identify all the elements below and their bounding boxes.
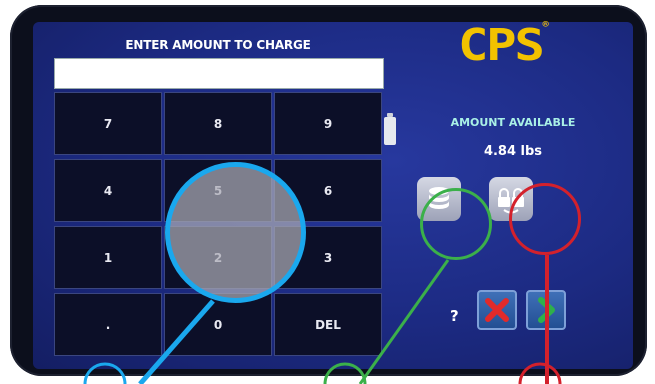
callout-lines	[83, 255, 562, 384]
callout-arc-blue	[83, 362, 127, 384]
callout-arc-green	[323, 362, 367, 384]
callout-line-blue	[138, 299, 215, 384]
callout-arc-red	[518, 362, 562, 384]
callout-line-green	[358, 259, 450, 384]
